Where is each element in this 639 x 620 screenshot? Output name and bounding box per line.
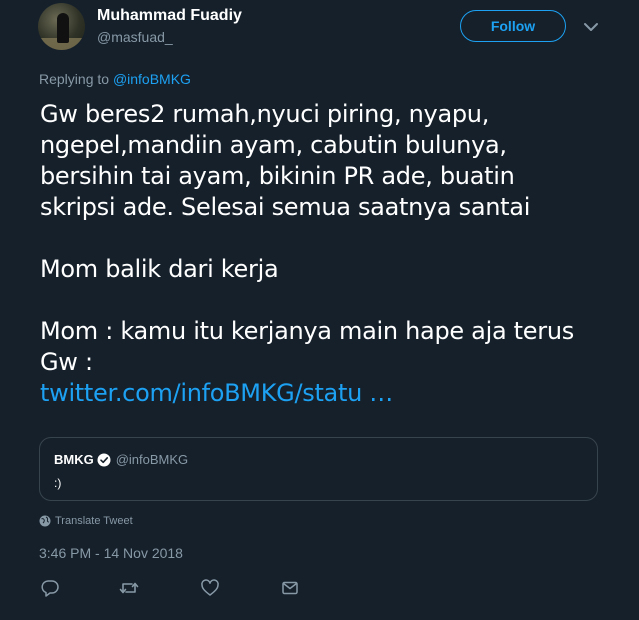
reply-icon [41,580,59,597]
follow-button[interactable]: Follow [460,10,566,42]
reply-button[interactable] [40,578,60,598]
tweet-link[interactable]: twitter.com/infoBMKG/statu … [40,378,630,409]
avatar-figure [57,13,69,43]
quoted-display-name: BMKG [54,452,94,467]
verified-badge-icon [97,453,111,467]
translate-tweet[interactable]: Translate Tweet [39,515,133,527]
tweet-line: Gw : [40,348,93,376]
replying-to-link[interactable]: @infoBMKG [113,71,191,87]
tweet-text: Gw beres2 rumah,nyuci piring, nyapu, nge… [40,99,630,409]
retweet-button[interactable] [119,578,139,598]
quoted-tweet-text: :) [54,476,62,490]
heart-icon [201,579,219,596]
quoted-tweet-header: BMKG @infoBMKG [54,452,188,467]
display-name[interactable]: Muhammad Fuadiy [97,7,242,25]
envelope-icon [282,581,298,595]
replying-prefix: Replying to [39,71,110,87]
tweet-line: Mom : kamu itu kerjanya main hape aja te… [40,317,574,345]
tweet-line: Gw beres2 rumah,nyuci piring, nyapu, [40,100,490,128]
replying-to: Replying to @infoBMKG [39,71,191,87]
like-button[interactable] [200,578,220,598]
tweet-line: bersihin tai ayam, bikinin PR ade, buati… [40,162,515,190]
quoted-tweet[interactable]: BMKG @infoBMKG :) [39,437,598,501]
direct-message-button[interactable] [280,578,300,598]
avatar[interactable] [38,3,85,50]
translate-label: Translate Tweet [55,515,133,527]
tweet-line: Mom balik dari kerja [40,255,279,283]
tweet-timestamp[interactable]: 3:46 PM - 14 Nov 2018 [39,545,183,561]
globe-icon [39,515,51,527]
tweet-line: ngepel,mandiin ayam, cabutin bulunya, [40,131,507,159]
chevron-down-icon[interactable] [581,17,601,37]
tweet-line: skripsi ade. Selesai semua saatnya santa… [40,193,531,221]
user-handle[interactable]: @masfuad_ [97,29,173,45]
quoted-handle: @infoBMKG [115,452,189,467]
retweet-icon [119,582,139,594]
